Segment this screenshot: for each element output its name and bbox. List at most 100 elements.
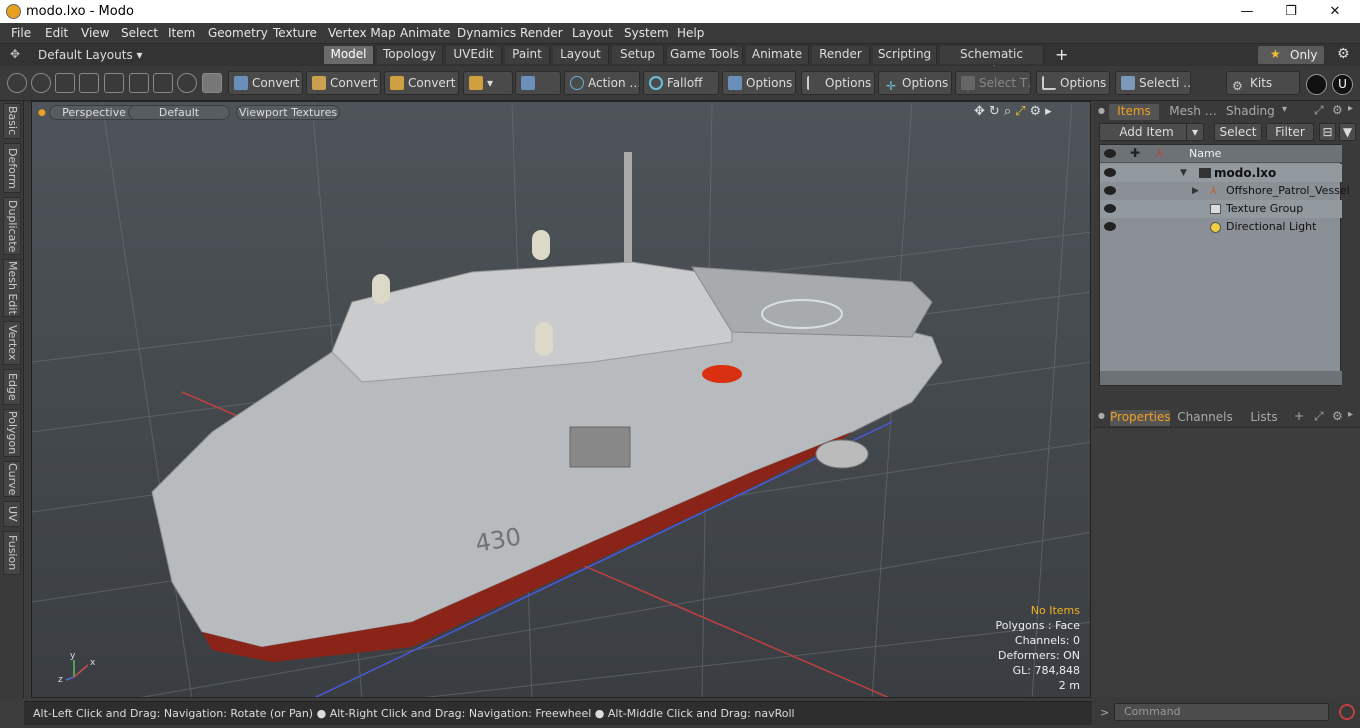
tab-lists[interactable]: Lists <box>1242 410 1286 426</box>
3d-viewport[interactable]: 430 y z x ● Perspective Default Viewport… <box>31 101 1091 698</box>
symmetry-button[interactable] <box>515 71 561 95</box>
tab-deform[interactable]: Deform <box>3 143 21 193</box>
tab-curve[interactable]: Curve <box>3 461 21 497</box>
tab-items[interactable]: Items <box>1109 104 1159 120</box>
options-button-1[interactable]: Options <box>722 71 796 95</box>
gear-icon[interactable]: ⚙ <box>1337 46 1350 62</box>
perspective-dropdown[interactable]: Perspective <box>49 105 139 120</box>
layout-move-icon[interactable]: ✥ <box>10 47 20 61</box>
panel-menu-icon[interactable]: ▸ <box>1348 103 1353 114</box>
collapse-icon[interactable]: ⊟ <box>1319 123 1336 141</box>
select-pen-icon[interactable] <box>55 73 75 93</box>
lock-header-icon[interactable]: ✚ <box>1130 146 1140 160</box>
menu-edit[interactable]: Edit <box>45 26 68 40</box>
expand-arrow-icon[interactable]: ▶ <box>1192 182 1199 200</box>
add-tab-button[interactable]: + <box>1055 45 1068 64</box>
filter-button[interactable]: Filter <box>1266 123 1314 141</box>
select-material-icon[interactable] <box>177 73 197 93</box>
tab-layout[interactable]: Layout <box>553 46 609 64</box>
tab-basic[interactable]: Basic <box>3 103 21 139</box>
eye-icon[interactable] <box>1104 204 1116 213</box>
action-center-button[interactable]: Action … <box>564 71 640 95</box>
mesh-cube-icon[interactable] <box>202 73 222 93</box>
panel-dot-icon[interactable]: ● <box>1098 411 1105 420</box>
viewport-textures-dropdown[interactable]: Viewport Textures <box>236 105 340 120</box>
tab-model[interactable]: Model <box>324 46 374 64</box>
tab-setup[interactable]: Setup <box>612 46 664 64</box>
command-input[interactable]: Command <box>1114 703 1329 721</box>
close-button[interactable]: ✕ <box>1312 2 1358 21</box>
expand-icon[interactable]: ⤢ <box>1314 409 1324 424</box>
funnel-icon[interactable]: ▼ <box>1339 123 1356 141</box>
select-button[interactable]: Select <box>1214 123 1262 141</box>
locator-header-icon[interactable]: ⅄ <box>1156 146 1163 160</box>
kits-button[interactable]: ⚙ Kits <box>1226 71 1300 95</box>
select-lasso-icon[interactable] <box>79 73 99 93</box>
tab-dropdown-icon[interactable]: ▾ <box>1282 104 1287 115</box>
convert-button-3[interactable]: Convert <box>384 71 459 95</box>
panel-menu-icon[interactable]: ▸ <box>1348 409 1353 420</box>
fit-icon[interactable]: ⤢ <box>1015 104 1029 119</box>
default-style-dropdown[interactable]: Default <box>128 105 230 120</box>
visibility-header-icon[interactable] <box>1104 149 1116 158</box>
menu-view[interactable]: View <box>81 26 109 40</box>
convert-button-1[interactable]: Convert <box>228 71 303 95</box>
select-through-button[interactable]: Select T… <box>955 71 1031 95</box>
tab-animate[interactable]: Animate <box>746 46 809 64</box>
minimize-button[interactable]: — <box>1224 2 1270 21</box>
panel-dot-icon[interactable]: ● <box>1098 106 1105 115</box>
list-item[interactable]: ▶ ⅄ Offshore_Patrol_Vessel <box>1100 182 1350 200</box>
expand-icon[interactable]: ⤢ <box>1314 103 1324 118</box>
menu-vertex-map[interactable]: Vertex Map <box>328 26 396 40</box>
tab-mesh-edit[interactable]: Mesh Edit <box>3 259 21 317</box>
menu-geometry[interactable]: Geometry <box>208 26 268 40</box>
selection-sets-button[interactable]: Selecti … <box>1115 71 1191 95</box>
convert-button-2[interactable]: Convert <box>306 71 381 95</box>
panel-gear-icon[interactable]: ⚙ <box>1332 409 1343 423</box>
viewport-gear-icon[interactable]: ⚙ <box>1030 104 1046 119</box>
list-item[interactable]: Directional Light <box>1100 218 1342 236</box>
select-edges-icon[interactable] <box>104 73 124 93</box>
add-tab-icon[interactable]: + <box>1294 409 1304 423</box>
only-toggle[interactable]: ★ Only <box>1258 46 1324 64</box>
falloff-button[interactable]: Falloff <box>643 71 719 95</box>
unreal-icon[interactable]: U <box>1332 74 1353 95</box>
tab-uv[interactable]: UV <box>3 501 21 527</box>
tab-duplicate[interactable]: Duplicate <box>3 197 21 255</box>
tab-uvedit[interactable]: UVEdit <box>446 46 502 64</box>
menu-layout[interactable]: Layout <box>572 26 613 40</box>
menu-texture[interactable]: Texture <box>273 26 317 40</box>
menu-animate[interactable]: Animate <box>400 26 450 40</box>
maximize-button[interactable]: ❐ <box>1268 2 1314 21</box>
pan-icon[interactable]: ✥ <box>974 104 989 119</box>
menu-render[interactable]: Render <box>520 26 563 40</box>
list-item[interactable]: ▼ modo.lxo <box>1100 164 1342 182</box>
list-item[interactable]: Texture Group <box>1100 200 1342 218</box>
panel-gear-icon[interactable]: ⚙ <box>1332 103 1343 117</box>
eye-icon[interactable] <box>1104 222 1116 231</box>
options-button-4[interactable]: Options <box>1036 71 1110 95</box>
menu-select[interactable]: Select <box>121 26 158 40</box>
menu-file[interactable]: File <box>11 26 31 40</box>
tab-edge[interactable]: Edge <box>3 369 21 405</box>
eye-icon[interactable] <box>1104 186 1116 195</box>
tab-vertex[interactable]: Vertex <box>3 321 21 365</box>
tab-paint[interactable]: Paint <box>505 46 550 64</box>
select-polygons-icon[interactable] <box>129 73 149 93</box>
add-item-button[interactable]: Add Item <box>1099 123 1194 141</box>
viewport-menu-icon[interactable]: ▸ <box>1045 104 1056 119</box>
add-item-dropdown[interactable]: ▾ <box>1186 123 1204 141</box>
options-button-2[interactable]: Options <box>801 71 875 95</box>
viewport-dot-icon[interactable]: ● <box>38 108 46 118</box>
select-items-icon[interactable] <box>153 73 173 93</box>
select-globe-icon[interactable] <box>31 73 51 93</box>
options-button-3[interactable]: ✛ Options <box>878 71 952 95</box>
tab-polygon[interactable]: Polygon <box>3 409 21 457</box>
expand-arrow-icon[interactable]: ▼ <box>1180 164 1187 182</box>
menu-dynamics[interactable]: Dynamics <box>457 26 516 40</box>
eye-icon[interactable] <box>1104 168 1116 177</box>
menu-help[interactable]: Help <box>677 26 704 40</box>
unity-icon[interactable] <box>1306 74 1327 95</box>
select-vertex-icon[interactable] <box>7 73 27 93</box>
tab-properties[interactable]: Properties <box>1110 410 1171 426</box>
